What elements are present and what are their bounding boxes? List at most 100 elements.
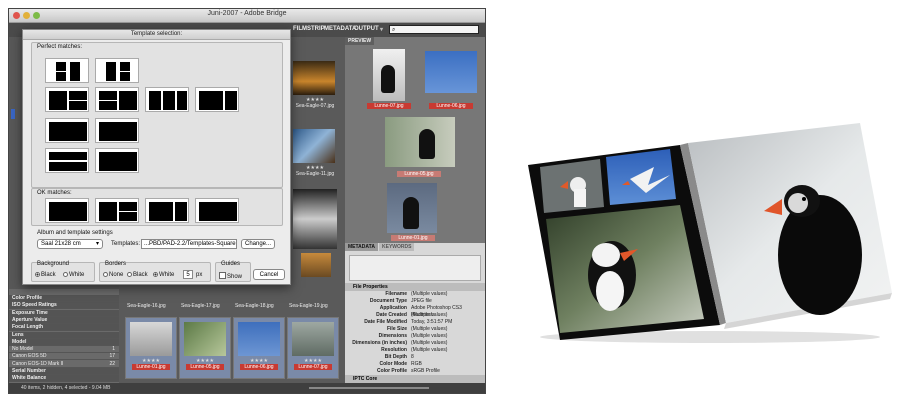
- background-white-radio[interactable]: White: [63, 272, 84, 278]
- template-option[interactable]: [45, 198, 89, 223]
- thumbnail-sea-eagle-11[interactable]: ★★★★ Sea-Eagle-11.jpg: [289, 125, 341, 187]
- borders-black-radio[interactable]: Black: [127, 272, 148, 278]
- guides-show-checkbox[interactable]: Show: [219, 272, 242, 280]
- metadata-row: Filename (Multiple values): [345, 291, 485, 298]
- filter-label: Model: [12, 338, 27, 345]
- thumbnail-image[interactable]: [293, 189, 337, 249]
- metadata-row: Date File Modified Today, 3:51:57 PM: [345, 319, 485, 326]
- template-option[interactable]: [45, 87, 89, 112]
- metadata-key: Document Type: [369, 298, 407, 304]
- filter-item[interactable]: Canon EOS 5D 17: [9, 353, 119, 361]
- filter-item[interactable]: No Model 1: [9, 346, 119, 354]
- border-width-input[interactable]: 5: [183, 270, 193, 279]
- metadata-value: (Multiple values): [411, 340, 448, 346]
- metadata-key: Color Profile: [376, 368, 407, 374]
- radio-icon: [103, 272, 108, 277]
- photo-book: [528, 123, 892, 343]
- preview-caption: Lunne-07.jpg: [367, 103, 411, 109]
- borders-white-radio[interactable]: White: [153, 272, 174, 278]
- thumbnail-size-slider[interactable]: [309, 387, 429, 389]
- thumbnail-filename: Sea-Eagle-11.jpg: [295, 171, 335, 177]
- bridge-window: Juni-2007 - Adobe Bridge FILMSTRIP METAD…: [8, 8, 486, 394]
- tab-metadata[interactable]: METADATA: [345, 243, 378, 251]
- tab-preview[interactable]: PREVIEW: [345, 37, 375, 45]
- filter-category[interactable]: ISO Speed Ratings: [9, 302, 119, 310]
- change-button[interactable]: Change...: [241, 239, 275, 249]
- filter-category[interactable]: Model: [9, 338, 119, 346]
- metadata-row: Dimensions (in inches) (Multiple values): [345, 340, 485, 347]
- filter-category[interactable]: Lens: [9, 331, 119, 339]
- filter-item[interactable]: Canon EOS-1D Mark II 22: [9, 361, 119, 368]
- thumbnail-filename: Sea-Eagle-07.jpg: [295, 103, 335, 109]
- templates-path-field[interactable]: ...PBD/PAD-2.2/Templates-Square: [141, 239, 237, 249]
- album-size-select[interactable]: Saal 21x28 cm ▾: [37, 239, 103, 249]
- metadata-row: Application Adobe Photoshop CS3 Macintosh: [345, 305, 485, 318]
- filter-category[interactable]: Color Profile: [9, 295, 119, 302]
- background-label: Background: [37, 261, 70, 267]
- borders-none-radio[interactable]: None: [103, 272, 123, 278]
- thumbnail-sea-eagle-07[interactable]: ★★★★ Sea-Eagle-07.jpg: [289, 57, 341, 119]
- filter-category[interactable]: Exposure Time: [9, 309, 119, 317]
- metadata-key: Dimensions: [378, 333, 407, 339]
- metadata-key: File Size: [386, 326, 407, 332]
- filter-label: Serial Number: [12, 368, 46, 374]
- search-input[interactable]: ⌕: [389, 25, 479, 34]
- template-option[interactable]: [95, 148, 139, 173]
- preview-caption: Lunne-06.jpg: [429, 103, 473, 109]
- album-size-value: Saal 21x28 cm: [41, 241, 81, 247]
- radio-label: Black: [41, 272, 56, 278]
- section-iptc-core[interactable]: IPTC Core: [345, 375, 485, 383]
- thumbnail-lunne-01[interactable]: ★★★★ Lunne-01.jpg: [125, 317, 177, 379]
- thumbnail-image: [184, 322, 226, 356]
- album-settings-label: Album and template settings: [37, 230, 113, 236]
- thumbnail-lunne-06[interactable]: ★★★★ Lunne-06.jpg: [233, 317, 285, 379]
- workspace-output-button[interactable]: OUTPUT: [354, 26, 379, 32]
- thumbnail-image[interactable]: [301, 253, 331, 277]
- filter-count: 17: [109, 353, 115, 360]
- workspace-dropdown-icon[interactable]: ▾: [380, 26, 383, 33]
- template-option[interactable]: [45, 118, 89, 143]
- thumbnail-filename: Lunne-07.jpg: [294, 364, 332, 370]
- metadata-value: RGB: [411, 361, 422, 367]
- background-black-radio[interactable]: Black: [35, 272, 56, 278]
- workspace-filmstrip-button[interactable]: FILMSTRIP: [293, 26, 325, 32]
- metadata-value: (Multiple values): [411, 291, 448, 297]
- tab-keywords[interactable]: KEYWORDS: [379, 243, 415, 251]
- metadata-key: Date Created: [376, 312, 407, 318]
- metadata-panel: METADATA KEYWORDS File Properties Filena…: [345, 243, 485, 383]
- metadata-row: Color Profile sRGB Profile: [345, 368, 485, 375]
- radio-label: None: [109, 272, 124, 278]
- template-option[interactable]: [195, 198, 239, 223]
- template-option[interactable]: [145, 87, 189, 112]
- workspace-metadata-button[interactable]: METADATA: [324, 26, 356, 32]
- metadata-row: File Size (Multiple values): [345, 326, 485, 333]
- template-option[interactable]: [45, 58, 89, 83]
- template-option[interactable]: [95, 87, 139, 112]
- thumbnail-filename: Sea-Eagle-16.jpg: [127, 303, 166, 309]
- thumbnail-lunne-07[interactable]: ★★★★ Lunne-07.jpg: [287, 317, 339, 379]
- template-option[interactable]: [95, 198, 139, 223]
- dialog-title: Template selection:: [23, 30, 290, 40]
- template-option[interactable]: [45, 148, 89, 173]
- template-option[interactable]: [195, 87, 239, 112]
- filter-category[interactable]: Serial Number: [9, 368, 119, 375]
- template-option[interactable]: [95, 58, 139, 83]
- chevron-down-icon: ▾: [95, 241, 99, 247]
- checkbox-icon: [219, 272, 226, 279]
- template-option[interactable]: [145, 198, 189, 223]
- filter-category[interactable]: Aperture Value: [9, 316, 119, 324]
- status-text: 40 items, 2 hidden, 4 selected - 9.04 MB: [21, 385, 111, 391]
- thumbnail-filename: Sea-Eagle-17.jpg: [181, 303, 220, 309]
- metadata-key: Dimensions (in inches): [352, 340, 407, 346]
- thumbnail-lunne-05[interactable]: ★★★★ Lunne-05.jpg: [179, 317, 231, 379]
- metadata-placard: [349, 255, 481, 281]
- filter-category[interactable]: Focal Length: [9, 324, 119, 332]
- metadata-value: sRGB Profile: [411, 368, 440, 374]
- metadata-key: Filename: [385, 291, 407, 297]
- cancel-button[interactable]: Cancel: [253, 269, 285, 280]
- metadata-key: Resolution: [381, 347, 407, 353]
- template-option[interactable]: [95, 118, 139, 143]
- section-file-properties[interactable]: File Properties: [345, 283, 485, 291]
- metadata-row: Dimensions (Multiple values): [345, 333, 485, 340]
- filter-category[interactable]: White Balance: [9, 375, 119, 383]
